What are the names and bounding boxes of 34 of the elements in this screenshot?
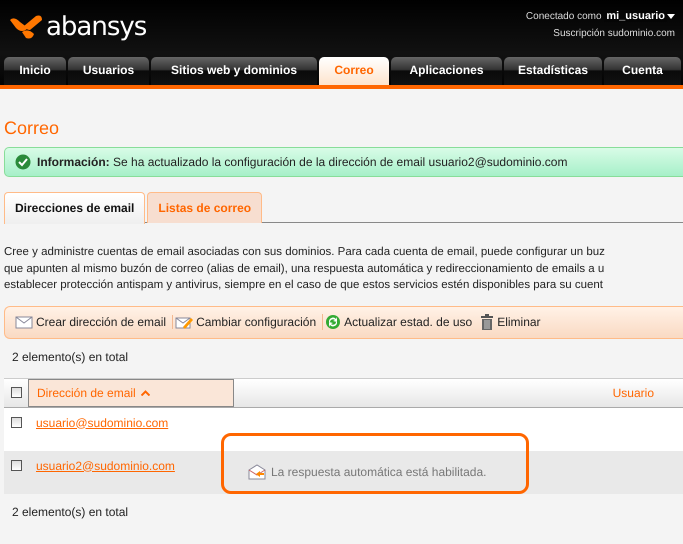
envelope-icon bbox=[15, 315, 33, 329]
nav-tab[interactable]: Estadísticas bbox=[504, 57, 602, 85]
subscription-text: Suscripción sudominio.com bbox=[552, 27, 675, 41]
caret-icon[interactable] bbox=[667, 14, 675, 19]
row-checkbox[interactable] bbox=[10, 460, 22, 470]
nav-tab[interactable]: Sitios web y dominios bbox=[151, 57, 317, 85]
nav-tab[interactable]: Inicio bbox=[4, 57, 66, 85]
nav-tab[interactable]: Aplicaciones bbox=[391, 57, 502, 85]
sort-caret-icon bbox=[140, 390, 150, 396]
item-count: 2 elemento(s) en total bbox=[11, 504, 128, 520]
refresh-icon bbox=[325, 314, 342, 330]
toolbar-button[interactable]: Crear dirección de email bbox=[13, 315, 174, 329]
description-line: que apunten al mismo buzón de correo (alias de email), una respuesta automática y redireccionamiento de emails a u bbox=[4, 262, 606, 276]
description-line: establecer protección antispam y antivirus, siempre en el caso de que estos servicios estén disponibles para su cuent bbox=[4, 278, 604, 293]
envelope-reply-icon bbox=[248, 464, 266, 480]
description-line: Cree y administre cuentas de email asociadas con sus dominios. Para cada cuenta de email, puede configurar un buz bbox=[4, 245, 606, 260]
toolbar-button[interactable]: Eliminar bbox=[478, 314, 547, 330]
info-message: Información: Se ha actualizado la configuración de la dirección de email usuario2@sudominio.com bbox=[37, 155, 568, 169]
autoreply-note: La respuesta automática está habilitada. bbox=[271, 465, 486, 479]
user-menu[interactable]: mi_usuario bbox=[604, 10, 667, 22]
logo-text: abansys bbox=[46, 11, 146, 44]
connected-label: Conectado como bbox=[526, 11, 602, 22]
trash-icon bbox=[480, 314, 494, 330]
nav-tab[interactable]: Cuenta bbox=[604, 57, 681, 85]
select-all-checkbox[interactable] bbox=[10, 387, 22, 398]
nav-tab[interactable]: Usuarios bbox=[68, 57, 149, 85]
check-icon bbox=[15, 154, 31, 170]
page-title: Correo bbox=[4, 117, 60, 140]
row-checkbox[interactable] bbox=[10, 416, 22, 428]
logo-icon bbox=[8, 14, 44, 40]
toolbar-button[interactable]: Actualizar estad. de uso bbox=[323, 314, 478, 330]
tab[interactable]: Direcciones de email bbox=[4, 192, 146, 224]
item-count: 2 elemento(s) en total bbox=[11, 348, 128, 366]
toolbar-button[interactable]: Cambiar configuración bbox=[173, 314, 324, 330]
